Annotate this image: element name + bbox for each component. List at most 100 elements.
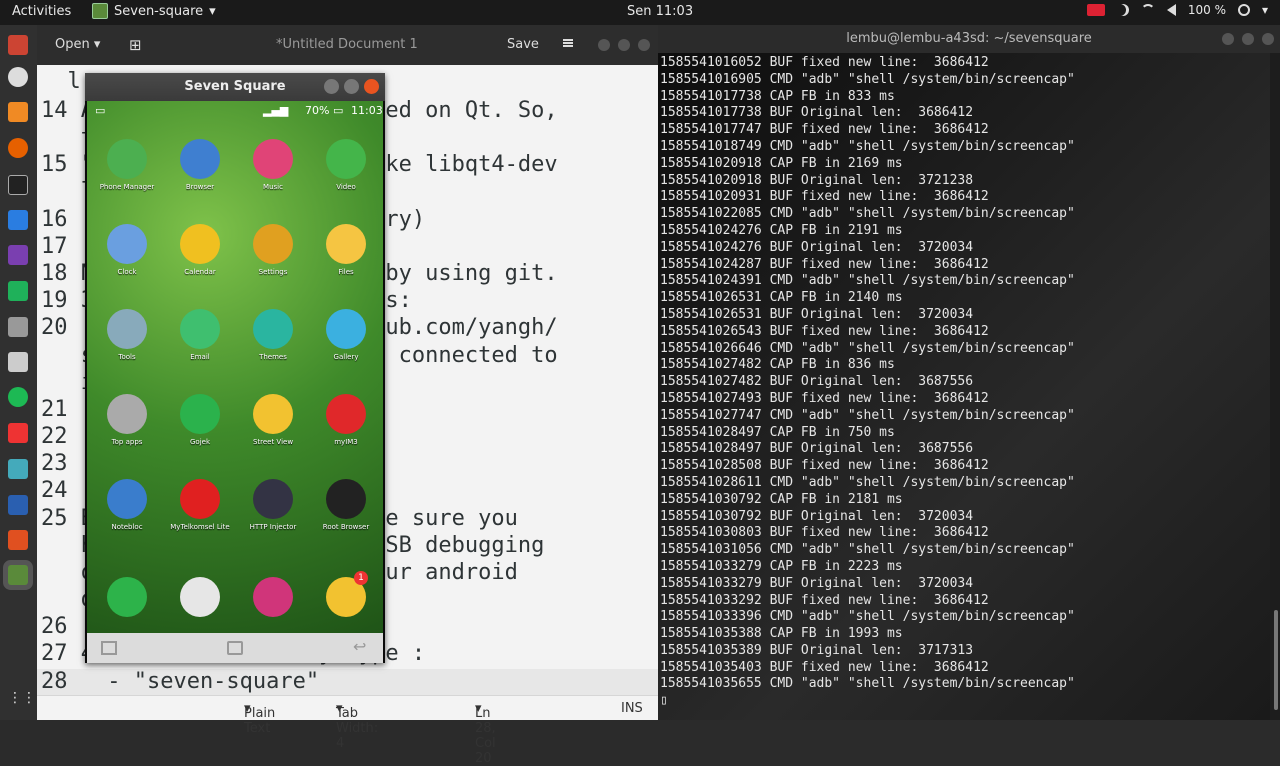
settings-icon[interactable]	[8, 352, 28, 372]
show-apps-icon[interactable]: ⋮⋮	[8, 690, 36, 710]
open-button[interactable]: Open ▾	[55, 37, 100, 52]
app-icon	[253, 139, 293, 179]
phone-nav-bar: ↩	[87, 633, 383, 663]
chevron-down-icon: ▾	[209, 3, 216, 19]
phone-dock-icon[interactable]	[107, 577, 147, 617]
app-tools[interactable]: Tools	[91, 309, 163, 361]
app-label: Themes	[259, 353, 287, 361]
app-label: Street View	[252, 438, 294, 446]
recents-icon[interactable]	[101, 641, 117, 655]
close-icon[interactable]	[364, 79, 379, 94]
app-label: Notebloc	[111, 523, 143, 531]
terminal-output[interactable]: 1585541016052 BUF fixed new line: 368641…	[658, 53, 1270, 720]
activities-button[interactable]: Activities	[12, 4, 71, 19]
editor-header: Open ▾ ⊞ *Untitled Document 1 Save	[37, 25, 658, 65]
home-icon[interactable]	[227, 641, 243, 655]
terminal-line: 1585541028508 BUF fixed new line: 368641…	[660, 458, 989, 474]
app-http-injector[interactable]: HTTP Injector	[237, 479, 309, 531]
terminal-line: 1585541020918 CAP FB in 2169 ms	[660, 155, 903, 171]
messages-dock-icon[interactable]: 1	[326, 571, 368, 617]
back-icon[interactable]: ↩	[353, 637, 369, 656]
terminal-icon[interactable]	[8, 175, 28, 195]
app-myim3[interactable]: myIM3	[310, 394, 382, 446]
app-themes[interactable]: Themes	[237, 309, 309, 361]
close-icon[interactable]	[638, 39, 650, 51]
maximize-icon[interactable]	[618, 39, 630, 51]
app-menu[interactable]: Seven-square ▾	[92, 3, 216, 19]
terminal-line: 1585541026531 BUF Original len: 3720034	[660, 306, 974, 322]
app-email[interactable]: Email	[164, 309, 236, 361]
spotify-icon[interactable]	[8, 387, 28, 407]
tab-width-selector[interactable]: Tab Width: 4 ▾	[336, 701, 378, 751]
app-video[interactable]: Video	[310, 139, 382, 191]
terminal-line: 1585541028497 BUF Original len: 3687556	[660, 441, 974, 457]
book-icon[interactable]	[8, 495, 28, 515]
screenshot-icon[interactable]	[8, 67, 28, 87]
terminal-line: 1585541024287 BUF fixed new line: 368641…	[660, 256, 989, 272]
terminal-line: 1585541035389 BUF Original len: 3717313	[660, 642, 974, 658]
app-files[interactable]: Files	[310, 224, 382, 276]
terminal-line: 1585541017747 BUF fixed new line: 368641…	[660, 122, 989, 138]
app-gallery[interactable]: Gallery	[310, 309, 382, 361]
chrome-dock-icon[interactable]	[180, 577, 220, 617]
app-top-apps[interactable]: Top apps	[91, 394, 163, 446]
new-document-icon[interactable]: ⊞	[129, 36, 142, 54]
app-settings[interactable]: Settings	[237, 224, 309, 276]
maximize-icon[interactable]	[344, 79, 359, 94]
terminal-line: 1585541031056 CMD "adb" "shell /system/b…	[660, 542, 1075, 558]
app-calendar[interactable]: Calendar	[164, 224, 236, 276]
close-icon[interactable]	[1262, 33, 1274, 45]
installer-icon[interactable]	[8, 530, 28, 550]
minimize-icon[interactable]	[598, 39, 610, 51]
app-notebloc[interactable]: Notebloc	[91, 479, 163, 531]
notification-icon: ▭	[95, 104, 106, 117]
sublime-icon[interactable]	[8, 102, 28, 122]
pycharm-icon[interactable]	[8, 281, 28, 301]
terminal-line: 1585541030803 BUF fixed new line: 368641…	[660, 525, 989, 541]
record-icon[interactable]	[1086, 4, 1105, 16]
inkscape-icon[interactable]	[8, 459, 28, 479]
app-label: MyTelkomsel Lite	[170, 523, 230, 531]
app-root-browser[interactable]: Root Browser	[310, 479, 382, 531]
app-icon	[180, 224, 220, 264]
app-label: Clock	[117, 268, 137, 276]
app-phone-manager[interactable]: Phone Manager	[91, 139, 163, 191]
phone-screen[interactable]: ▭ ▂▄▆ 70% ▭ 11:03 Phone Manager Browser Mu…	[87, 101, 383, 633]
software-icon[interactable]	[8, 423, 28, 443]
terminal-line: 1585541017738 BUF Original len: 3686412	[660, 105, 974, 121]
terminal-line: 1585541028497 CAP FB in 750 ms	[660, 424, 895, 440]
camera-dock-icon[interactable]	[253, 577, 293, 617]
firefox-icon[interactable]	[8, 138, 28, 158]
app-label: Calendar	[184, 268, 216, 276]
writer-icon[interactable]	[8, 210, 28, 230]
save-button[interactable]: Save	[507, 37, 539, 52]
editor-line: 26	[41, 614, 68, 639]
language-selector[interactable]: Plain Text ▾	[244, 701, 275, 736]
app-browser[interactable]: Browser	[164, 139, 236, 191]
menu-icon[interactable]	[563, 39, 573, 47]
terminal-line: 1585541033396 CMD "adb" "shell /system/b…	[660, 609, 1075, 625]
camera-icon[interactable]	[8, 317, 28, 337]
app-music[interactable]: Music	[237, 139, 309, 191]
system-tray[interactable]: 100 % ▾	[1086, 3, 1268, 17]
app-mytelkomsel-lite[interactable]: MyTelkomsel Lite	[164, 479, 236, 531]
terminal-scrollbar[interactable]	[1274, 610, 1278, 710]
top-bar: Activities Seven-square ▾ Sen 11:03 100 …	[0, 0, 1280, 25]
maximize-icon[interactable]	[1242, 33, 1254, 45]
app-clock[interactable]: Clock	[91, 224, 163, 276]
app-icon	[253, 224, 293, 264]
media-icon[interactable]	[8, 245, 28, 265]
clock[interactable]: Sen 11:03	[627, 4, 693, 19]
phone-window-title: Seven Square	[85, 73, 385, 101]
minimize-icon[interactable]	[324, 79, 339, 94]
app-store-icon[interactable]	[8, 35, 28, 55]
app-street-view[interactable]: Street View	[237, 394, 309, 446]
editor-line: 17	[41, 234, 68, 259]
cursor-position[interactable]: Ln 28, Col 20 ▾	[475, 701, 496, 766]
editor-line: l	[41, 69, 81, 94]
seven-square-icon[interactable]	[8, 565, 28, 585]
app-gojek[interactable]: Gojek	[164, 394, 236, 446]
minimize-icon[interactable]	[1222, 33, 1234, 45]
terminal-line: 1585541022085 CMD "adb" "shell /system/b…	[660, 206, 1075, 222]
notification-badge: 1	[354, 571, 368, 585]
